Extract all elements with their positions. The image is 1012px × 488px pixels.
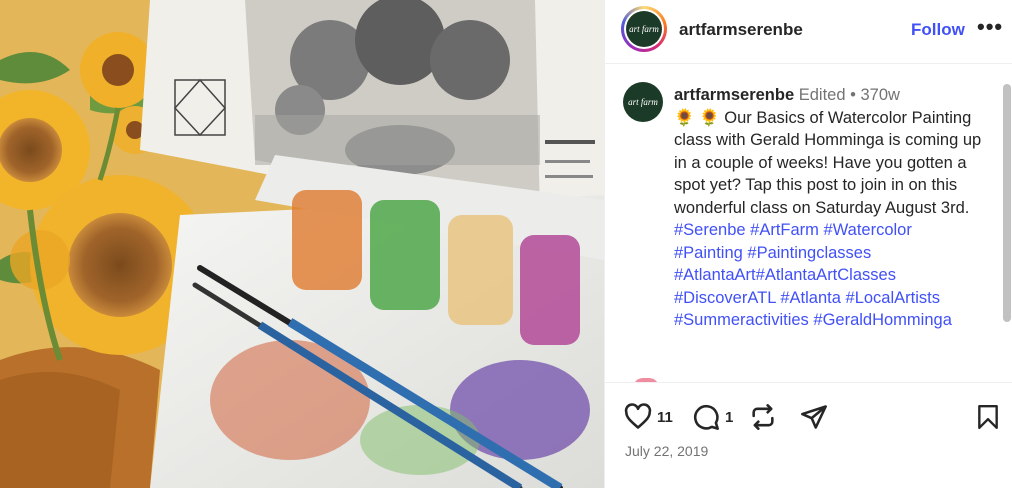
- avatar[interactable]: art farm: [624, 9, 664, 49]
- post-date[interactable]: July 22, 2019: [625, 443, 708, 459]
- hashtag-list: #Serenbe #ArtFarm #Watercolor #Painting #…: [674, 221, 952, 329]
- post-panel: art farm artfarmserenbe Follow ••• art f…: [604, 0, 1012, 488]
- hashtag-link[interactable]: #Summeractivities: [674, 311, 809, 329]
- scrollbar[interactable]: [1003, 84, 1011, 322]
- hashtag-link[interactable]: #Atlanta: [780, 289, 841, 307]
- comment-button[interactable]: 1: [691, 403, 733, 431]
- story-ring[interactable]: art farm: [621, 6, 667, 52]
- comment-count[interactable]: 1: [725, 409, 733, 426]
- avatar-logo: art farm: [626, 11, 662, 47]
- bookmark-icon: [978, 404, 998, 430]
- post-photo[interactable]: [0, 0, 604, 488]
- save-button[interactable]: [975, 403, 1001, 431]
- share-icon: [801, 405, 827, 429]
- caption-username[interactable]: artfarmserenbe: [674, 86, 794, 104]
- caption: artfarmserenbe Edited • 370w 🌻 🌻 Our Bas…: [674, 84, 992, 332]
- watercolor-photo: [0, 0, 604, 488]
- caption-avatar[interactable]: art farm: [623, 82, 663, 122]
- sunflower-emoji: 🌻 🌻: [674, 108, 720, 127]
- hashtag-link[interactable]: #AtlantaArtClasses: [756, 266, 896, 284]
- edited-label: Edited: [798, 86, 846, 104]
- hashtag-link[interactable]: #ArtFarm: [750, 221, 819, 239]
- post-age[interactable]: 370w: [861, 86, 900, 104]
- comments-scroll-area[interactable]: art farm artfarmserenbe Edited • 370w 🌻 …: [605, 64, 1012, 382]
- hashtag-link[interactable]: #AtlantaArt: [674, 266, 756, 284]
- post-header: art farm artfarmserenbe Follow •••: [605, 0, 1012, 64]
- share-button[interactable]: [799, 403, 829, 431]
- comment-icon: [693, 404, 719, 430]
- repost-icon: [752, 404, 774, 430]
- like-count[interactable]: 11: [657, 409, 673, 426]
- action-bar: 11 1 July 22, 2019: [605, 382, 1012, 488]
- hashtag-link[interactable]: #GeraldHomminga: [813, 311, 951, 329]
- caption-text: Our Basics of Watercolor Painting class …: [674, 108, 982, 217]
- repost-button[interactable]: [749, 403, 777, 431]
- hashtag-link[interactable]: #LocalArtists: [846, 289, 940, 307]
- hashtag-link[interactable]: #Watercolor: [824, 221, 912, 239]
- follow-button[interactable]: Follow: [911, 20, 965, 40]
- heart-icon: [624, 403, 652, 429]
- hashtag-link[interactable]: #Paintingclasses: [747, 244, 871, 262]
- hashtag-link[interactable]: #Painting: [674, 244, 743, 262]
- hashtag-link[interactable]: #Serenbe: [674, 221, 746, 239]
- like-button[interactable]: 11: [623, 403, 673, 431]
- hashtag-link[interactable]: #DiscoverATL: [674, 289, 776, 307]
- header-username[interactable]: artfarmserenbe: [679, 20, 803, 40]
- meta-dot: •: [850, 86, 856, 104]
- more-icon[interactable]: •••: [977, 14, 1003, 40]
